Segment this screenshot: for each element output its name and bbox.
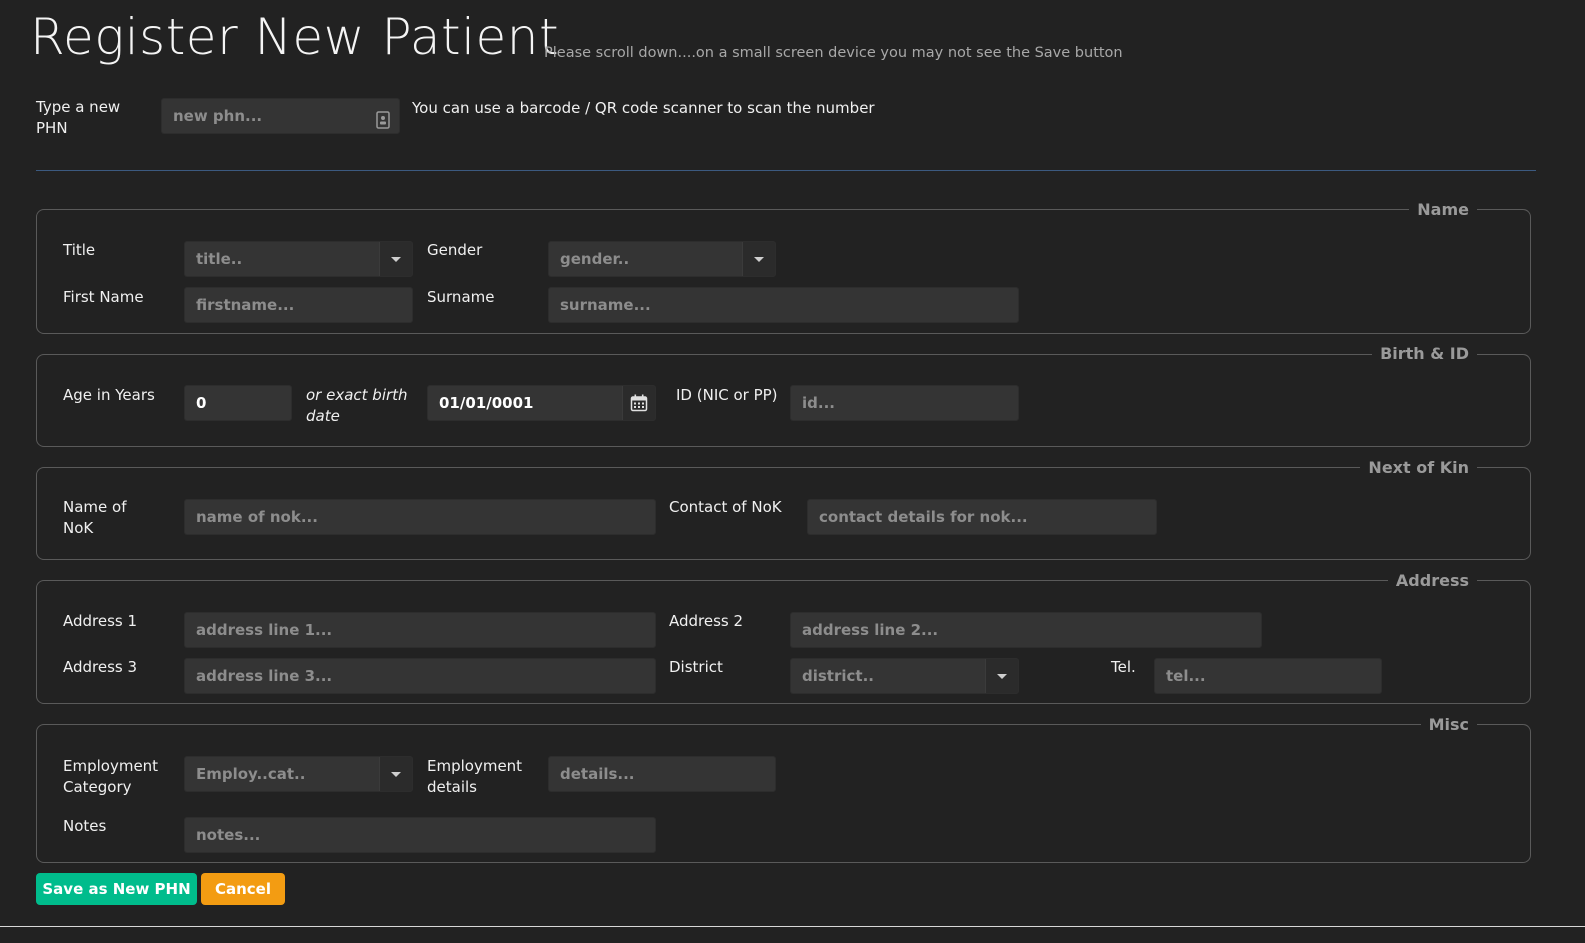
tel-input[interactable]: tel... [1154,658,1382,694]
birthdate-value: 01/01/0001 [439,394,534,412]
nok-contact-label: Contact of NoK [669,498,782,516]
firstname-input[interactable]: firstname... [184,287,413,323]
page-subtitle: Please scroll down....on a small screen … [544,45,1123,61]
firstname-placeholder: firstname... [196,296,295,314]
employment-category-placeholder: Employ..cat.. [196,765,306,783]
address2-input[interactable]: address line 2... [790,612,1262,648]
chevron-down-icon[interactable] [379,242,412,276]
contact-card-icon [376,107,390,133]
phn-placeholder: new phn... [173,107,263,125]
chevron-down-icon[interactable] [985,659,1018,693]
misc-legend: Misc [1420,715,1477,734]
firstname-label: First Name [63,288,144,306]
id-input[interactable]: id... [790,385,1019,421]
tel-label: Tel. [1111,658,1136,676]
employment-category-select[interactable]: Employ..cat.. [184,756,413,792]
nok-contact-placeholder: contact details for nok... [819,508,1028,526]
surname-placeholder: surname... [560,296,651,314]
calendar-icon[interactable] [622,386,655,420]
employment-details-placeholder: details... [560,765,635,783]
id-label: ID (NIC or PP) [676,386,778,404]
district-select[interactable]: district.. [790,658,1019,694]
cancel-button[interactable]: Cancel [201,873,285,905]
title-label: Title [63,241,96,259]
age-label: Age in Years [63,386,155,404]
address2-placeholder: address line 2... [802,621,939,639]
header-divider [36,170,1536,171]
birth-legend: Birth & ID [1372,344,1477,363]
nok-name-input[interactable]: name of nok... [184,499,656,535]
district-label: District [669,658,723,676]
save-button[interactable]: Save as New PHN [36,873,197,905]
name-legend: Name [1409,200,1477,219]
gender-placeholder: gender.. [560,250,630,268]
address1-input[interactable]: address line 1... [184,612,656,648]
birthdate-input[interactable]: 01/01/0001 [427,385,656,421]
gender-select[interactable]: gender.. [548,241,776,277]
title-placeholder: title.. [196,250,243,268]
district-placeholder: district.. [802,667,874,685]
page-title: Register New Patient [30,8,560,66]
phn-input[interactable]: new phn... [161,98,400,134]
notes-label: Notes [63,817,107,835]
tel-placeholder: tel... [1166,667,1206,685]
employment-category-label: Employment Category [63,757,159,796]
age-input[interactable]: 0 [184,385,292,421]
page-bottom-border [0,926,1585,927]
address2-label: Address 2 [669,612,744,630]
chevron-down-icon[interactable] [742,242,775,276]
gender-label: Gender [427,241,483,259]
address3-label: Address 3 [63,658,138,676]
nok-legend: Next of Kin [1360,458,1477,477]
notes-input[interactable]: notes... [184,817,656,853]
surname-input[interactable]: surname... [548,287,1019,323]
phn-label: Type a new PHN [36,98,121,137]
notes-placeholder: notes... [196,826,261,844]
address1-label: Address 1 [63,612,138,630]
surname-label: Surname [427,288,495,306]
id-placeholder: id... [802,394,835,412]
nok-contact-input[interactable]: contact details for nok... [807,499,1157,535]
phn-hint: You can use a barcode / QR code scanner … [412,99,875,117]
address-legend: Address [1387,571,1477,590]
employment-details-label: Employment details [427,757,523,796]
nok-name-label: Name of NoK [63,498,127,537]
nok-name-placeholder: name of nok... [196,508,318,526]
title-select[interactable]: title.. [184,241,413,277]
employment-details-input[interactable]: details... [548,756,776,792]
chevron-down-icon[interactable] [379,757,412,791]
age-value: 0 [196,394,207,412]
exact-date-label: or exact birth date [306,386,408,425]
address3-placeholder: address line 3... [196,667,333,685]
address1-placeholder: address line 1... [196,621,333,639]
address3-input[interactable]: address line 3... [184,658,656,694]
